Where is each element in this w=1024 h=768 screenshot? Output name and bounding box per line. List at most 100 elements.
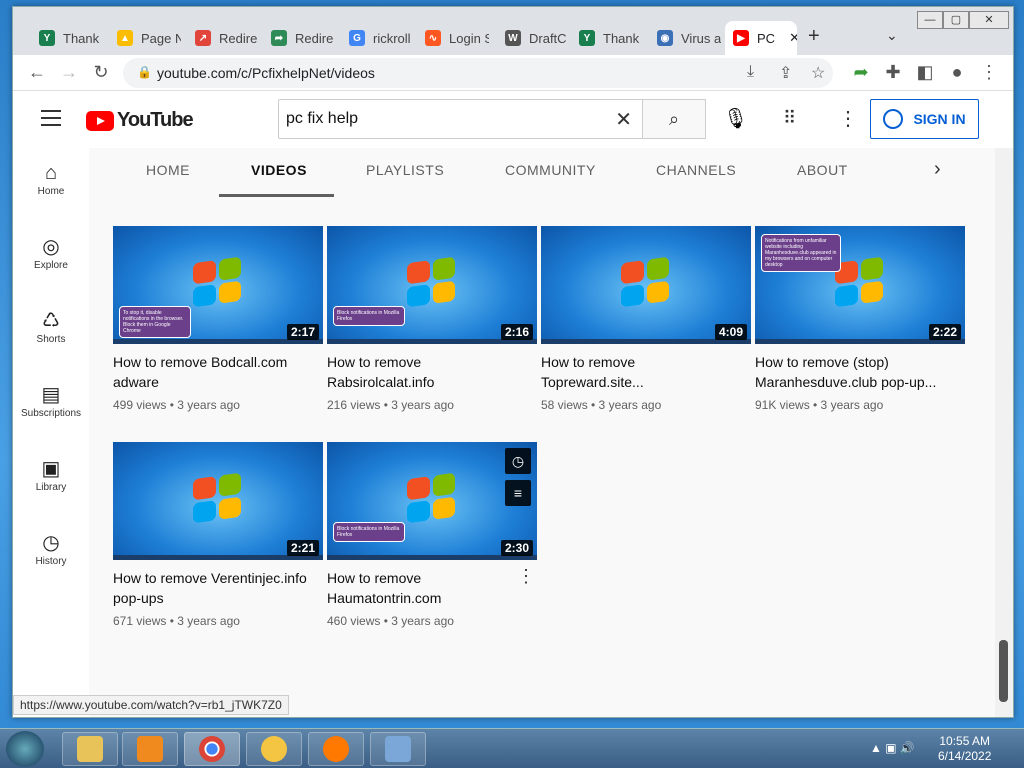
video-duration: 4:09: [714, 324, 747, 340]
back-arrow-icon[interactable]: ←: [25, 61, 49, 83]
reload-icon[interactable]: ↻: [89, 61, 113, 83]
browser-tab[interactable]: W DraftC: [497, 21, 569, 55]
new-tab-button[interactable]: +: [808, 25, 820, 48]
video-title[interactable]: How to remove Rabsirolcalat.info: [327, 352, 527, 392]
sidebar-item-history[interactable]: ◷ History: [13, 530, 89, 567]
tab-videos[interactable]: VIDEOS: [251, 162, 307, 178]
minimize-button[interactable]: —: [917, 11, 943, 29]
sidebar-item-subscriptions[interactable]: ▤ Subscriptions: [13, 382, 89, 419]
menu-hamburger-icon[interactable]: [41, 110, 61, 126]
side-panel-icon[interactable]: ◧: [913, 61, 937, 83]
video-thumbnail[interactable]: Notifications from unfamiliar website in…: [755, 226, 965, 344]
share-icon[interactable]: ⇪: [779, 63, 792, 83]
sidebar-item-label: Library: [35, 482, 67, 493]
scrollbar-thumb[interactable]: [999, 640, 1008, 702]
video-card[interactable]: Block notifications in Mozilla Firefox ◷ ≡…: [327, 442, 539, 628]
sidebar-item-home[interactable]: ⌂ Home: [13, 160, 89, 197]
video-card[interactable]: Block notifications in Mozilla Firefox 2:…: [327, 226, 539, 412]
address-bar[interactable]: 🔒 youtube.com/c/PcfixhelpNet/videos ⤓ ⇪ …: [123, 58, 833, 88]
browser-tab[interactable]: ↗ Redire: [187, 21, 259, 55]
page-scrollbar[interactable]: [995, 148, 1013, 717]
microphone-icon[interactable]: 🎙: [723, 106, 748, 131]
sidebar-item-shorts[interactable]: ♺ Shorts: [13, 308, 89, 345]
active-tab-underline: [219, 194, 334, 197]
youtube-page: YouTube pc fix help ✕ ⌕ 🎙 ⠿ ⋮ SIGN IN ⌂ H…: [13, 92, 1013, 717]
browser-tab[interactable]: ▲ Page N: [109, 21, 181, 55]
sidebar-explore-icon: ◎: [42, 236, 60, 258]
sidebar-home-icon: ⌂: [44, 162, 58, 184]
close-tab-icon[interactable]: ✕: [789, 30, 797, 46]
video-thumbnail[interactable]: Block notifications in Mozilla Firefox 2:…: [327, 226, 537, 344]
taskbar-app[interactable]: [246, 732, 302, 766]
taskbar-chrome[interactable]: [184, 732, 240, 766]
tab-about[interactable]: ABOUT: [797, 162, 848, 178]
tab-home[interactable]: HOME: [146, 162, 190, 178]
taskbar-explorer[interactable]: [62, 732, 118, 766]
browser-tab[interactable]: Y Thank: [31, 21, 103, 55]
thumbnail-popup-text: To stop it, disable notifications in the…: [119, 306, 191, 338]
video-title[interactable]: How to remove Bodcall.com adware: [113, 352, 313, 392]
youtube-logo[interactable]: YouTube: [86, 109, 194, 132]
system-tray-icons[interactable]: ▲ ▣ 🔊: [870, 741, 915, 755]
search-button[interactable]: ⌕: [642, 99, 706, 139]
video-title[interactable]: How to remove Verentinjec.info pop-ups: [113, 568, 313, 608]
video-title[interactable]: How to remove Haumatontrin.com: [327, 568, 527, 608]
tab-community[interactable]: COMMUNITY: [505, 162, 596, 178]
video-thumbnail[interactable]: To stop it, disable notifications in the…: [113, 226, 323, 344]
tabs-next-chevron-icon[interactable]: ›: [934, 158, 941, 181]
browser-tab[interactable]: ▶ PC ✕: [725, 21, 797, 55]
clock-time: 10:55 AM: [939, 734, 991, 748]
video-meta: 91K views • 3 years ago: [755, 398, 884, 412]
extension-arrow-icon[interactable]: ➦: [849, 61, 873, 83]
video-meta: 671 views • 3 years ago: [113, 614, 240, 628]
search-input[interactable]: pc fix help ✕: [278, 99, 642, 139]
video-thumbnail[interactable]: Block notifications in Mozilla Firefox ◷ ≡…: [327, 442, 537, 560]
install-icon[interactable]: ⤓: [747, 63, 754, 81]
taskbar-clock[interactable]: 10:55 AM 6/14/2022: [938, 734, 991, 764]
sign-in-button[interactable]: SIGN IN: [870, 99, 979, 139]
watch-later-icon[interactable]: ◷: [505, 448, 531, 474]
tab-favicon-icon: Y: [39, 30, 55, 46]
tab-search-chevron-icon[interactable]: ⌄: [886, 27, 898, 44]
add-to-queue-icon[interactable]: ≡: [505, 480, 531, 506]
video-thumbnail[interactable]: 4:09: [541, 226, 751, 344]
search-value: pc fix help: [286, 110, 359, 127]
profile-avatar-icon[interactable]: ●: [945, 61, 969, 83]
taskbar-avast[interactable]: [308, 732, 364, 766]
video-meta: 58 views • 3 years ago: [541, 398, 662, 412]
browser-tab[interactable]: ➦ Redire: [263, 21, 335, 55]
tab-playlists[interactable]: PLAYLISTS: [366, 162, 444, 178]
close-window-button[interactable]: ✕: [969, 11, 1009, 29]
sidebar-item-label: Explore: [34, 260, 68, 271]
sidebar-item-library[interactable]: ▣ Library: [13, 456, 89, 493]
video-card[interactable]: 4:09 How to remove Topreward.site... 58 vi…: [541, 226, 753, 412]
bookmark-star-icon[interactable]: ☆: [811, 63, 825, 83]
video-title[interactable]: How to remove Topreward.site...: [541, 352, 741, 392]
tab-strip: — ▢ ✕ + ⌄ Y Thank ▲ Page N ↗ Redire ➦ Redire Gri…: [13, 7, 1013, 55]
video-title[interactable]: How to remove (stop) Maranhesduve.club p…: [755, 352, 955, 392]
video-card[interactable]: To stop it, disable notifications in the…: [113, 226, 325, 412]
settings-dots-icon[interactable]: ⋮: [838, 106, 858, 131]
browser-tab[interactable]: ◉ Virus a: [649, 21, 721, 55]
start-button[interactable]: [6, 731, 44, 767]
apps-grid-icon[interactable]: ⠿: [783, 108, 796, 129]
tab-title: rickroll: [373, 30, 411, 46]
video-card[interactable]: 2:21 How to remove Verentinjec.info pop-u…: [113, 442, 325, 628]
tab-channels[interactable]: CHANNELS: [656, 162, 736, 178]
sidebar-item-label: Subscriptions: [20, 408, 82, 419]
maximize-button[interactable]: ▢: [943, 11, 969, 29]
taskbar-control-panel[interactable]: [370, 732, 426, 766]
browser-menu-icon[interactable]: ⋮: [977, 61, 1001, 83]
extensions-puzzle-icon[interactable]: ✚: [881, 61, 905, 83]
forward-arrow-icon[interactable]: →: [57, 61, 81, 83]
browser-tab[interactable]: Grickroll: [341, 21, 413, 55]
browser-tab[interactable]: ∿ Login S: [417, 21, 489, 55]
video-card[interactable]: Notifications from unfamiliar website in…: [755, 226, 967, 412]
video-thumbnail[interactable]: 2:21: [113, 442, 323, 560]
clear-search-icon[interactable]: ✕: [615, 107, 632, 132]
sidebar-library-icon: ▣: [41, 458, 61, 480]
video-menu-dots-icon[interactable]: ⋮: [517, 566, 535, 587]
sidebar-item-explore[interactable]: ◎ Explore: [13, 234, 89, 271]
taskbar-media-player[interactable]: [122, 732, 178, 766]
browser-tab[interactable]: Y Thank: [571, 21, 643, 55]
